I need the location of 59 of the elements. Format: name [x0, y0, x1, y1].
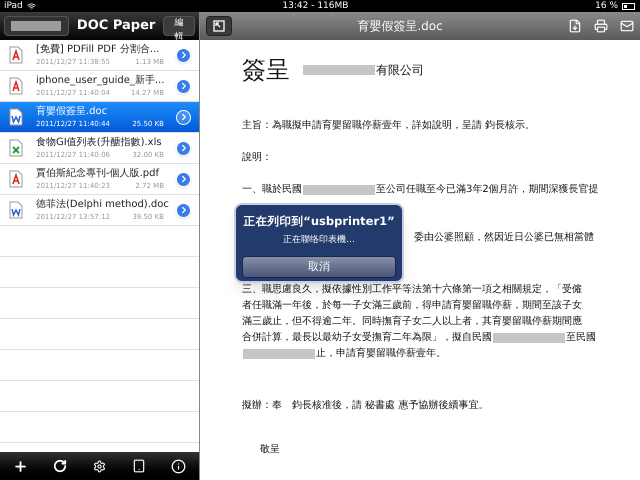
document-text: 滿三歲止，但不得逾二年。同時撫育子女二人以上者，其育嬰留職停薪期間應 [242, 314, 582, 329]
document-text: 至民國 [566, 331, 596, 345]
blurred-text [11, 21, 62, 31]
status-time: 13:42 - 116MB [281, 0, 350, 12]
file-name: [免費] PDFill PDF 分割合... [36, 43, 160, 57]
document-text: 合併計算，最長以最幼子女受撫育二年為限」，擬自民國 [242, 330, 492, 345]
battery-icon [622, 2, 636, 10]
cancel-button[interactable]: 取消 [242, 256, 396, 278]
mail-icon[interactable] [620, 19, 634, 33]
file-name: 德菲法(Delphi method).doc [36, 198, 169, 212]
file-name: 賈伯斯紀念專刊-個人版.pdf [36, 167, 160, 181]
document-text: 擬辦：奉 鈞長核准後，請 秘書處 惠予協辦後續事宜。 [242, 398, 488, 413]
document-icon [8, 77, 24, 95]
detail-disclosure-button[interactable] [176, 110, 191, 124]
detail-disclosure-button[interactable] [176, 172, 191, 186]
settings-icon[interactable] [92, 460, 106, 472]
document-text: 有限公司 [376, 62, 424, 79]
document-text: 止，申請育嬰留職停薪壹年。 [316, 346, 446, 361]
blurred-text [303, 185, 375, 195]
document-text: 者任職滿一年後，於每一子女滿三歲前，得申請育嬰留職停薪，期間至該子女 [242, 298, 582, 313]
detail-disclosure-button[interactable] [176, 140, 191, 156]
file-download-icon[interactable] [568, 19, 582, 33]
document-text: 委由公婆照顧，然因近日公婆已無相當體 [414, 230, 594, 245]
document-icon [8, 46, 24, 64]
document-text: 一、職於民國 [242, 182, 302, 197]
add-icon[interactable] [12, 458, 28, 474]
detail-disclosure-button[interactable] [176, 78, 191, 94]
battery-level: 16 % [595, 0, 618, 12]
printer-icon[interactable] [594, 19, 608, 33]
blurred-text [243, 349, 315, 359]
detail-disclosure-button[interactable] [176, 48, 191, 62]
detail-disclosure-button[interactable] [176, 202, 191, 218]
file-name: 育嬰假簽呈.doc [36, 105, 108, 119]
document-icon [8, 201, 24, 219]
document-text: 三、職思慮良久，擬依據性別工作平等法第十六條第一項之相關規定，「受僱 [242, 282, 582, 297]
file-name: 食物GI值列表(升醣指數).xls [36, 136, 162, 150]
document-text: 至公司任職至今已滿3年2個月許，期間深獲長官提 [376, 182, 599, 197]
file-name: iphone_user_guide_新手... [36, 74, 164, 88]
expand-icon [213, 20, 225, 32]
list-title: DOC Paper [76, 17, 156, 36]
info-icon[interactable] [171, 458, 186, 474]
tablet-icon[interactable] [132, 459, 146, 473]
document-icon [8, 139, 24, 157]
back-button[interactable] [4, 16, 69, 36]
blurred-text [493, 333, 565, 343]
expand-button[interactable] [206, 16, 232, 36]
document-text: 說明： [242, 150, 272, 165]
blurred-text [303, 65, 375, 75]
wifi-icon [26, 2, 36, 10]
dialog-title: 正在列印到“usbprinter1” [243, 213, 395, 230]
document-icon [8, 170, 24, 188]
document-text: 主旨：為職擬申請育嬰留職停薪壹年，詳如說明，呈請 鈞長核示。 [242, 118, 536, 133]
document-text: 敬呈 [260, 443, 280, 457]
refresh-icon[interactable] [53, 459, 68, 473]
document-icon [8, 108, 24, 126]
document-title: 育嬰假簽呈.doc [356, 18, 444, 35]
device-name: iPad [4, 0, 23, 12]
dialog-message: 正在聯络印表機… [283, 234, 355, 248]
document-heading: 簽呈 [242, 56, 290, 84]
